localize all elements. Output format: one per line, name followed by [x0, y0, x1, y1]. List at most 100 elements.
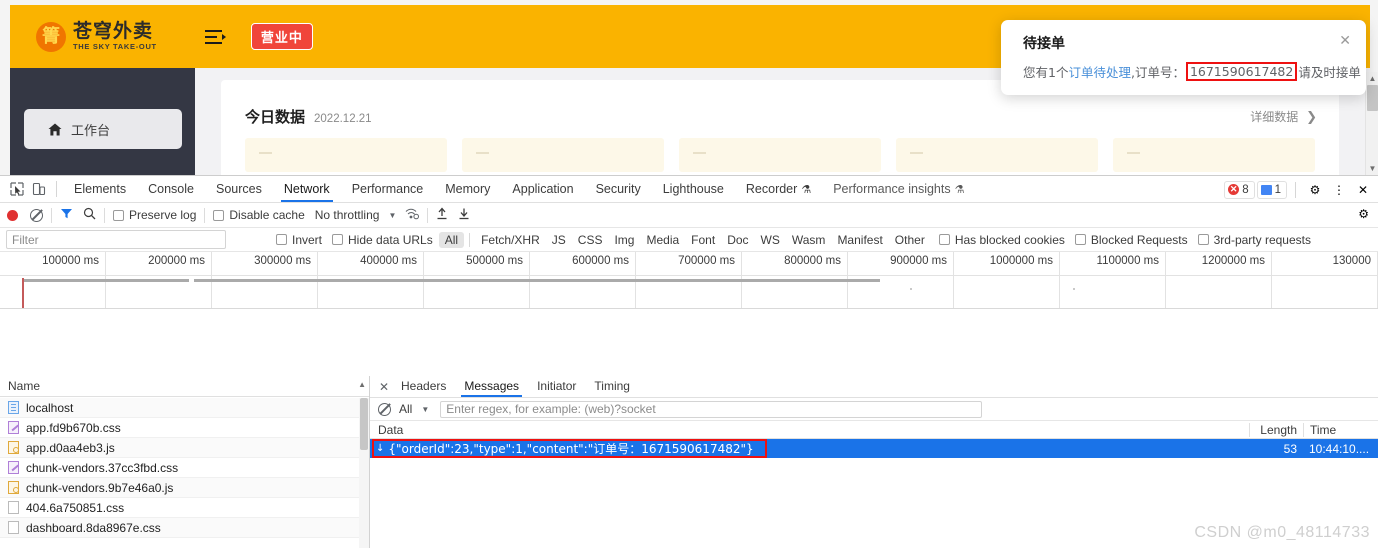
filter-type-media[interactable]: Media — [640, 232, 685, 248]
disable-cache-checkbox[interactable]: Disable cache — [213, 208, 305, 222]
preserve-log-checkbox[interactable]: Preserve log — [113, 208, 196, 222]
request-list-header: Name ▲ — [0, 376, 369, 397]
throttling-select[interactable]: No throttling — [315, 208, 380, 222]
close-icon[interactable]: ✕ — [1339, 33, 1351, 47]
clear-messages-icon[interactable] — [378, 402, 391, 416]
record-button[interactable] — [7, 209, 18, 221]
close-devtools-icon[interactable]: ✕ — [1352, 179, 1374, 201]
scroll-up-icon[interactable]: ▲ — [358, 380, 366, 389]
filter-type-wasm[interactable]: Wasm — [786, 232, 832, 248]
request-row[interactable]: app.d0aa4eb3.js — [0, 438, 369, 458]
error-count-badge[interactable]: ✕ 8 — [1224, 180, 1255, 199]
tab-performance-insights[interactable]: Performance insights ⚗ — [822, 176, 975, 202]
filter-input[interactable] — [6, 230, 226, 249]
filter-type-css[interactable]: CSS — [572, 232, 609, 248]
filter-type-all[interactable]: All — [438, 231, 465, 248]
detail-tab-messages[interactable]: Messages — [455, 376, 528, 397]
timeline-tick-label: 200000 ms — [148, 255, 205, 267]
message-data-cell: ↓ {"orderId":23,"type":1,"content":"订单号：… — [370, 440, 1249, 457]
messages-column-header: Data Length Time — [370, 421, 1378, 439]
filter-type-manifest[interactable]: Manifest — [831, 232, 888, 248]
disable-cache-label: Disable cache — [229, 208, 305, 222]
filter-icon[interactable] — [60, 207, 73, 223]
network-conditions-icon[interactable] — [405, 207, 420, 223]
invert-checkbox[interactable]: Invert — [276, 233, 322, 247]
filter-type-fetch-xhr[interactable]: Fetch/XHR — [475, 232, 546, 248]
page-scrollbar[interactable]: ▲ ▼ — [1365, 72, 1378, 175]
export-har-icon[interactable] — [458, 207, 470, 223]
message-type-select[interactable]: All — [399, 402, 412, 416]
tab-security[interactable]: Security — [585, 176, 652, 202]
notification-link[interactable]: 订单待处理 — [1068, 62, 1131, 81]
invert-label: Invert — [292, 232, 323, 247]
request-row[interactable]: localhost — [0, 398, 369, 418]
third-party-requests-checkbox[interactable]: 3rd-party requests — [1197, 233, 1311, 247]
status-badge[interactable]: 营业中 — [250, 23, 313, 50]
detail-tabs-bar: ✕ Headers Messages Initiator Timing — [370, 376, 1378, 398]
request-row[interactable]: app.fd9b670b.css — [0, 418, 369, 438]
messages-regex-input[interactable] — [440, 400, 983, 418]
filter-type-other[interactable]: Other — [889, 232, 931, 248]
network-overview-timeline[interactable]: 100000 ms 200000 ms 300000 ms 400000 ms … — [0, 252, 1378, 309]
sidebar-item-workbench[interactable]: 工作台 — [24, 109, 182, 149]
scrollbar-thumb[interactable] — [1367, 85, 1378, 111]
request-detail-panel: ✕ Headers Messages Initiator Timing All … — [370, 376, 1378, 548]
detail-tab-timing[interactable]: Timing — [585, 376, 639, 397]
tab-lighthouse[interactable]: Lighthouse — [652, 176, 735, 202]
tab-performance[interactable]: Performance — [341, 176, 435, 202]
detail-tab-initiator[interactable]: Initiator — [528, 376, 585, 397]
stat-tiles — [245, 138, 1315, 172]
timeline-tick-label: 100000 ms — [42, 255, 99, 267]
detail-data-link[interactable]: 详细数据 ❯ — [1250, 108, 1317, 125]
app-logo[interactable]: 箐 苍穹外卖 THE SKY TAKE-OUT — [36, 21, 157, 52]
timeline-bar — [194, 279, 880, 282]
blocked-requests-checkbox[interactable]: Blocked Requests — [1074, 233, 1188, 247]
tab-recorder-label: Recorder — [745, 182, 798, 196]
scroll-down-icon[interactable]: ▼ — [1366, 162, 1378, 175]
filter-type-js[interactable]: JS — [546, 232, 572, 248]
logo-title-en: THE SKY TAKE-OUT — [73, 42, 157, 52]
hide-data-urls-label: Hide data URLs — [348, 232, 433, 247]
timeline-tick-label: 700000 ms — [678, 255, 735, 267]
tab-sources[interactable]: Sources — [205, 176, 273, 202]
request-list[interactable]: localhost app.fd9b670b.css app.d0aa4eb3.… — [0, 398, 369, 548]
tab-memory[interactable]: Memory — [434, 176, 501, 202]
error-icon: ✕ — [1228, 184, 1240, 195]
tab-recorder[interactable]: Recorder ⚗ — [735, 176, 822, 202]
message-count-badge[interactable]: 1 — [1256, 180, 1287, 199]
request-row[interactable]: dashboard.8da8967e.css — [0, 518, 369, 538]
chevron-down-icon[interactable]: ▼ — [388, 211, 396, 220]
hide-data-urls-checkbox[interactable]: Hide data URLs — [332, 233, 433, 247]
stylesheet-file-icon — [8, 461, 19, 474]
close-detail-icon[interactable]: ✕ — [376, 380, 392, 394]
tab-elements[interactable]: Elements — [63, 176, 137, 202]
request-list-scrollbar[interactable] — [359, 398, 369, 548]
tab-application[interactable]: Application — [501, 176, 584, 202]
has-blocked-cookies-checkbox[interactable]: Has blocked cookies — [938, 233, 1065, 247]
device-toolbar-icon[interactable] — [28, 178, 50, 200]
sidebar-collapse-icon[interactable] — [204, 29, 226, 45]
filter-type-img[interactable]: Img — [608, 232, 640, 248]
gear-icon[interactable]: ⚙ — [1304, 179, 1326, 201]
search-icon[interactable] — [83, 207, 96, 223]
request-row[interactable]: 404.6a750851.css — [0, 498, 369, 518]
tab-console[interactable]: Console — [137, 176, 205, 202]
checkbox-icon — [213, 209, 225, 221]
more-options-icon[interactable]: ⋮ — [1328, 179, 1350, 201]
order-id-highlight: 1671590617482 — [1185, 62, 1298, 81]
filter-type-doc[interactable]: Doc — [721, 232, 754, 248]
import-har-icon[interactable] — [436, 207, 448, 223]
network-settings-gear-icon[interactable]: ⚙ — [1358, 207, 1369, 221]
detail-tab-headers[interactable]: Headers — [392, 376, 455, 397]
column-data: Data — [378, 422, 404, 437]
request-row[interactable]: chunk-vendors.9b7e46a0.js — [0, 478, 369, 498]
scroll-up-icon[interactable]: ▲ — [1366, 72, 1378, 85]
filter-type-ws[interactable]: WS — [755, 232, 786, 248]
chevron-down-icon[interactable]: ▼ — [421, 405, 429, 414]
message-row[interactable]: ↓ {"orderId":23,"type":1,"content":"订单号：… — [370, 439, 1378, 458]
filter-type-font[interactable]: Font — [685, 232, 721, 248]
inspect-element-icon[interactable] — [6, 178, 28, 200]
request-row[interactable]: chunk-vendors.37cc3fbd.css — [0, 458, 369, 478]
tab-network[interactable]: Network — [273, 176, 341, 202]
clear-button[interactable] — [30, 208, 43, 222]
